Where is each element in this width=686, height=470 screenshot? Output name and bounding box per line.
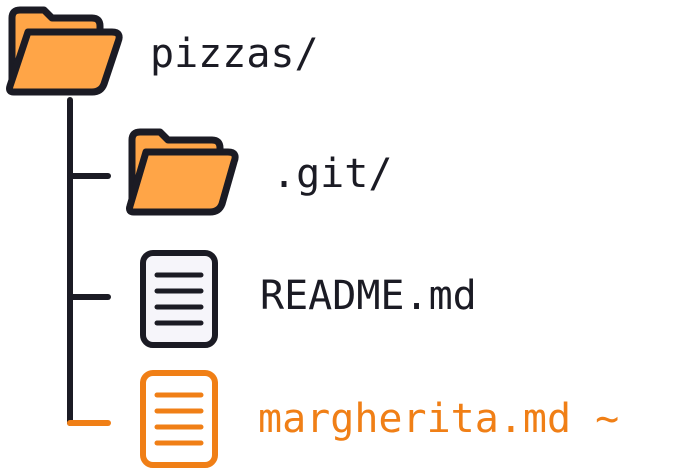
git-folder-label: .git/: [272, 151, 393, 197]
readme-file-label: README.md: [260, 273, 477, 319]
file-icon: [140, 370, 218, 468]
folder-icon: [126, 128, 239, 216]
file-tree-diagram: pizzas/ .git/ README.md margherita.md ~: [0, 0, 686, 470]
root-folder-label: pizzas/: [150, 31, 319, 77]
file-icon: [140, 250, 218, 348]
folder-icon: [6, 6, 123, 96]
margherita-file-label: margherita.md ~: [258, 396, 620, 442]
